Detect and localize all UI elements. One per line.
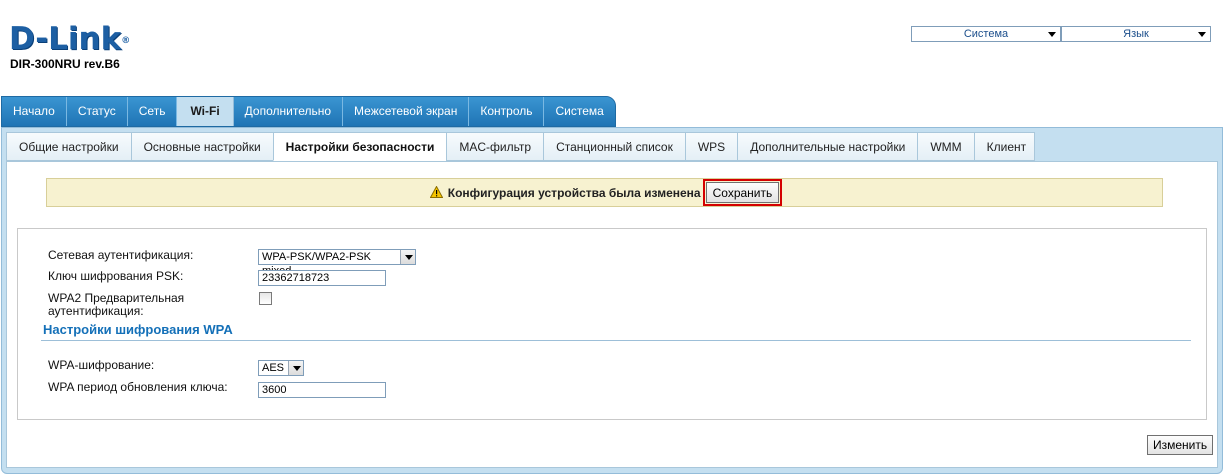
registered-mark: ®	[121, 36, 131, 46]
device-model: DIR-300NRU rev.B6	[10, 57, 120, 71]
sub-tab-general[interactable]: Общие настройки	[6, 132, 131, 161]
main-nav: Начало Статус Сеть Wi-Fi Дополнительно М…	[1, 96, 616, 127]
sub-tab-wmm[interactable]: WMM	[917, 132, 974, 161]
sub-tab-basic[interactable]: Основные настройки	[130, 132, 273, 161]
sub-nav: Общие настройки Основные настройки Настр…	[6, 132, 1035, 161]
dlink-logo: D-Link®	[9, 22, 130, 56]
sub-tab-station-list[interactable]: Станционный список	[543, 132, 685, 161]
section-divider	[41, 340, 1191, 341]
sub-tab-additional[interactable]: Дополнительные настройки	[737, 132, 918, 161]
sub-tab-mac-filter[interactable]: MAC-фильтр	[446, 132, 544, 161]
system-menu-label: Система	[963, 28, 1009, 40]
enc-select[interactable]: AES	[258, 360, 304, 376]
chevron-down-icon	[400, 250, 415, 264]
chevron-down-icon	[1198, 32, 1206, 37]
chevron-down-icon	[288, 361, 303, 375]
main-tab-system[interactable]: Система	[544, 97, 615, 126]
enc-label: WPA-шифрование:	[48, 358, 155, 372]
main-tab-network[interactable]: Сеть	[127, 97, 178, 126]
psk-input[interactable]: 23362718723	[258, 270, 386, 286]
main-tab-advanced[interactable]: Дополнительно	[233, 97, 344, 126]
enc-select-value: AES	[262, 362, 285, 374]
chevron-down-icon	[1048, 32, 1056, 37]
change-button[interactable]: Изменить	[1147, 435, 1214, 455]
preauth-label: WPA2 Предварительная аутентификация:	[48, 292, 184, 318]
sub-tab-security[interactable]: Настройки безопасности	[272, 132, 447, 161]
main-tab-status[interactable]: Статус	[66, 97, 128, 126]
save-button[interactable]: Сохранить	[702, 179, 783, 206]
system-menu-select[interactable]: Система	[911, 26, 1061, 42]
logo-text: D-Link	[9, 21, 122, 57]
preauth-label-line2: аутентификация:	[48, 304, 144, 318]
language-select[interactable]: Язык	[1061, 26, 1211, 42]
section-title: Настройки шифрования WPA	[43, 322, 233, 337]
main-tab-home[interactable]: Начало	[2, 97, 67, 126]
sub-tab-client[interactable]: Клиент	[973, 132, 1035, 161]
main-tab-control[interactable]: Контроль	[469, 97, 545, 126]
main-tab-wifi[interactable]: Wi-Fi	[177, 97, 234, 126]
config-changed-notice: Конфигурация устройства была изменена Со…	[46, 178, 1163, 207]
warning-icon	[429, 185, 444, 201]
main-tab-firewall[interactable]: Межсетевой экран	[343, 97, 470, 126]
language-label: Язык	[1123, 28, 1149, 40]
auth-label: Сетевая аутентификация:	[48, 248, 194, 262]
rekey-label: WPA период обновления ключа:	[48, 380, 228, 394]
psk-label: Ключ шифрования PSK:	[48, 269, 184, 283]
auth-select[interactable]: WPA-PSK/WPA2-PSK mixed	[258, 249, 416, 277]
preauth-checkbox[interactable]	[259, 292, 272, 305]
sub-tab-wps[interactable]: WPS	[684, 132, 738, 161]
notice-text: Конфигурация устройства была изменена	[447, 185, 701, 200]
rekey-input[interactable]: 3600	[258, 382, 386, 398]
